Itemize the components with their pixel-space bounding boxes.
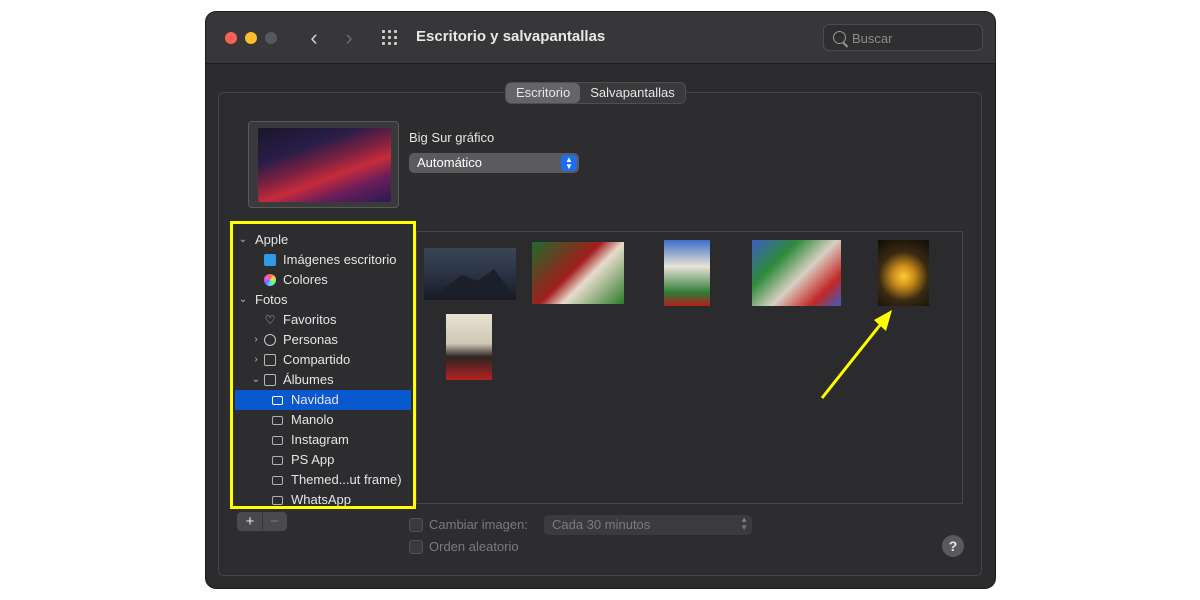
wallpaper-thumbnail[interactable] — [424, 248, 516, 300]
search-field[interactable] — [823, 24, 983, 51]
album-icon — [272, 496, 283, 505]
tab-salvapantallas[interactable]: Salvapantallas — [580, 83, 685, 103]
close-button[interactable] — [225, 32, 237, 44]
sidebar-item-imagenes-escritorio[interactable]: Imágenes escritorio — [235, 250, 411, 270]
colors-icon — [264, 274, 276, 286]
source-sidebar: ⌄ Apple Imágenes escritorio Colores ⌄ Fo… — [235, 230, 411, 506]
album-icon — [272, 436, 283, 445]
window-title: Escritorio y salvapantallas — [416, 28, 606, 45]
random-order-checkbox[interactable] — [409, 540, 423, 554]
heart-icon: ♡ — [264, 313, 276, 327]
show-all-grid-icon[interactable] — [382, 30, 400, 46]
sidebar-item-favoritos[interactable]: ♡ Favoritos — [235, 310, 411, 330]
sidebar-album-instagram[interactable]: Instagram — [235, 430, 411, 450]
wallpaper-name: Big Sur gráfico — [409, 130, 495, 145]
chevron-right-icon[interactable]: › — [251, 350, 261, 370]
change-picture-label: Cambiar imagen: — [429, 517, 528, 532]
sidebar-item-personas[interactable]: › Personas — [235, 330, 411, 350]
minimize-button[interactable] — [245, 32, 257, 44]
chevron-right-icon[interactable]: › — [251, 330, 261, 350]
add-folder-button[interactable]: + — [238, 513, 262, 530]
album-icon — [272, 416, 283, 425]
sidebar-group-fotos[interactable]: ⌄ Fotos — [235, 290, 411, 310]
preferences-window: ‹ › Escritorio y salvapantallas Escritor… — [206, 12, 995, 588]
chevron-left-icon: ‹ — [310, 25, 318, 50]
wallpaper-preview-image — [258, 128, 391, 202]
updown-chevron-icon: ▲ ▼ — [561, 155, 577, 171]
person-icon — [264, 334, 276, 346]
chevron-right-icon: › — [345, 25, 353, 50]
sidebar-album-navidad[interactable]: Navidad — [235, 390, 411, 410]
sidebar-item-albumes[interactable]: ⌄ Álbumes — [235, 370, 411, 390]
appearance-select[interactable]: Automático ▲ ▼ — [409, 153, 579, 173]
search-icon — [833, 31, 846, 44]
zoom-button[interactable] — [265, 32, 277, 44]
change-picture-checkbox[interactable] — [409, 518, 423, 532]
sidebar-item-compartido[interactable]: › Compartido — [235, 350, 411, 370]
updown-chevron-icon: ▲ ▼ — [740, 515, 748, 532]
random-order-label: Orden aleatorio — [429, 539, 519, 554]
back-button[interactable]: ‹ — [302, 24, 326, 52]
sidebar-album-themed[interactable]: Themed...ut frame) — [235, 470, 411, 490]
sidebar-item-colores[interactable]: Colores — [235, 270, 411, 290]
wallpaper-thumbnail[interactable] — [752, 240, 841, 306]
tab-escritorio[interactable]: Escritorio — [506, 83, 581, 103]
albums-icon — [264, 374, 276, 386]
album-icon — [272, 476, 283, 485]
wallpaper-thumbnail[interactable] — [664, 240, 710, 306]
title-bar: ‹ › Escritorio y salvapantallas — [206, 12, 995, 64]
wallpaper-thumbnail[interactable] — [532, 242, 624, 304]
sidebar-album-manolo[interactable]: Manolo — [235, 410, 411, 430]
folder-icon — [264, 254, 276, 266]
help-button[interactable]: ? — [942, 535, 964, 557]
forward-button[interactable]: › — [337, 24, 361, 52]
appearance-select-value: Automático — [417, 155, 483, 170]
wallpaper-thumbnail[interactable] — [878, 240, 929, 306]
chevron-down-icon[interactable]: ⌄ — [251, 370, 261, 390]
interval-select-value: Cada 30 minutos — [552, 517, 651, 532]
wallpaper-preview — [248, 121, 399, 208]
image-gallery — [416, 231, 963, 504]
wallpaper-thumbnail[interactable] — [446, 314, 492, 380]
album-icon — [272, 396, 283, 405]
chevron-down-icon[interactable]: ⌄ — [238, 290, 248, 310]
add-remove-control: + − — [237, 512, 287, 531]
sidebar-album-ps-app[interactable]: PS App — [235, 450, 411, 470]
remove-folder-button[interactable]: − — [262, 513, 286, 530]
search-input[interactable] — [852, 29, 977, 47]
sidebar-group-apple[interactable]: ⌄ Apple — [235, 230, 411, 250]
sidebar-album-whatsapp[interactable]: WhatsApp — [235, 490, 411, 506]
shared-icon — [264, 354, 276, 366]
tab-bar: Escritorio Salvapantallas — [505, 82, 686, 104]
chevron-down-icon[interactable]: ⌄ — [238, 230, 248, 250]
album-icon — [272, 456, 283, 465]
interval-select[interactable]: Cada 30 minutos ▲ ▼ — [544, 515, 752, 535]
